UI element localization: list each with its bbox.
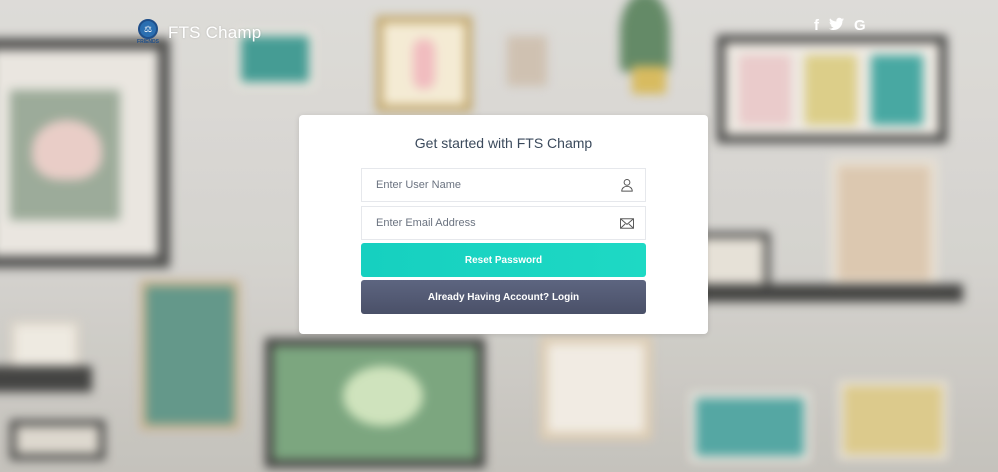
brand[interactable]: ⚖ FRIENDS FTS Champ bbox=[136, 19, 261, 47]
email-field bbox=[361, 206, 646, 240]
form-title: Get started with FTS Champ bbox=[414, 135, 593, 151]
username-field bbox=[361, 168, 646, 202]
brand-name: FTS Champ bbox=[168, 23, 262, 42]
google-icon[interactable]: G bbox=[854, 17, 866, 36]
username-input[interactable] bbox=[362, 169, 609, 201]
logo-emblem-icon: ⚖ bbox=[138, 19, 158, 39]
twitter-icon[interactable] bbox=[829, 17, 844, 36]
envelope-icon bbox=[609, 217, 645, 229]
facebook-icon[interactable]: f bbox=[814, 17, 819, 36]
login-button[interactable]: Already Having Account? Login bbox=[361, 280, 646, 314]
user-icon bbox=[609, 178, 645, 192]
logo: ⚖ FRIENDS bbox=[136, 19, 160, 47]
reset-password-button[interactable]: Reset Password bbox=[361, 243, 646, 277]
logo-tag: FRIENDS bbox=[137, 39, 159, 45]
reset-password-card: Get started with FTS Champ Reset Passwor… bbox=[299, 115, 708, 334]
social-links: f G bbox=[814, 17, 866, 36]
email-input[interactable] bbox=[362, 207, 609, 239]
